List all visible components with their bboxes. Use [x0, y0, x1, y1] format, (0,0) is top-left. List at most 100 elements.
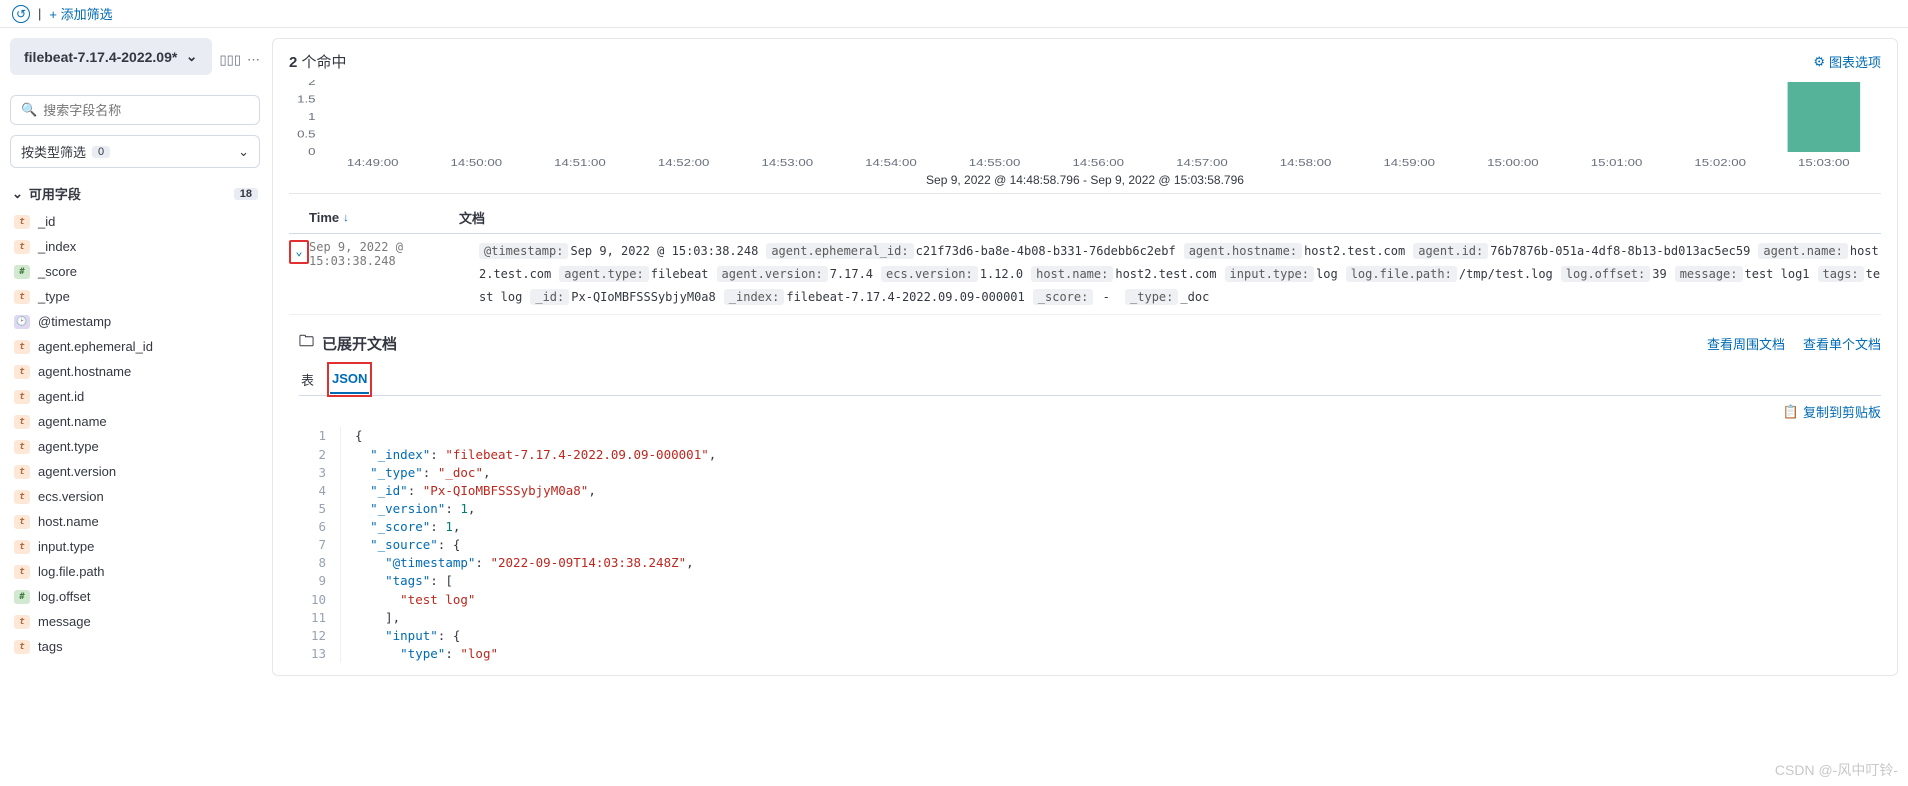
kv-value: 76b7876b-051a-4df8-8b13-bd013ac5ec59	[1490, 244, 1750, 258]
svg-text:14:56:00: 14:56:00	[1072, 157, 1124, 168]
divider: |	[38, 6, 41, 21]
svg-text:14:58:00: 14:58:00	[1280, 157, 1332, 168]
chart-options-button[interactable]: ⚙ 图表选项	[1813, 52, 1881, 71]
field-item[interactable]: 🕑@timestamp	[10, 309, 260, 334]
json-viewer: 12345678910111213 { "_index": "filebeat-…	[299, 427, 1881, 663]
history-icon[interactable]: ↺	[12, 5, 30, 23]
field-search-input[interactable]	[43, 103, 249, 118]
histogram-chart[interactable]: 00.511.5214:49:0014:50:0014:51:0014:52:0…	[289, 80, 1881, 194]
field-name: agent.hostname	[38, 364, 131, 379]
field-type-icon: t	[14, 465, 30, 479]
kv-value: 1.12.0	[980, 267, 1023, 281]
kv-key: _score:	[1033, 289, 1094, 305]
tab-json[interactable]: JSON	[330, 365, 369, 394]
field-item[interactable]: t_id	[10, 209, 260, 234]
field-item[interactable]: t _index	[10, 234, 260, 259]
kv-value: /tmp/test.log	[1459, 267, 1553, 281]
field-item[interactable]: thost.name	[10, 509, 260, 534]
svg-text:14:49:00: 14:49:00	[347, 157, 399, 168]
field-item[interactable]: tagent.id	[10, 384, 260, 409]
kv-value: -	[1095, 290, 1117, 304]
column-header-doc[interactable]: 文档	[459, 208, 1881, 227]
svg-text:14:51:00: 14:51:00	[554, 157, 606, 168]
field-item[interactable]: #_score	[10, 259, 260, 284]
field-name: _index	[38, 239, 76, 254]
index-pattern-selector[interactable]: filebeat-7.17.4-2022.09* ⌄	[10, 38, 212, 75]
available-fields-header[interactable]: ⌄ 可用字段 18	[10, 178, 260, 209]
kv-value: c21f73d6-ba8e-4b08-b331-76debb6c2ebf	[916, 244, 1176, 258]
svg-text:15:02:00: 15:02:00	[1694, 157, 1746, 168]
field-type-icon: t	[14, 440, 30, 454]
field-item[interactable]: ttags	[10, 634, 260, 659]
sort-arrow-icon: ↓	[343, 212, 349, 224]
svg-text:14:57:00: 14:57:00	[1176, 157, 1228, 168]
kv-value: filebeat-7.17.4-2022.09.09-000001	[786, 290, 1024, 304]
sidebar: filebeat-7.17.4-2022.09* ⌄ ▯▯▯ ⋯ 🔍 按类型筛选…	[10, 38, 260, 676]
field-item[interactable]: t agent.version	[10, 459, 260, 484]
columns-icon[interactable]: ▯▯▯	[220, 52, 241, 68]
type-filter[interactable]: 按类型筛选 0 ⌄	[10, 135, 260, 168]
hits-label: 2 个命中	[289, 51, 347, 72]
chevron-down-icon: ⌄	[238, 144, 249, 160]
field-type-icon: #	[14, 265, 30, 279]
field-item[interactable]: # log.offset	[10, 584, 260, 609]
field-name: agent.ephemeral_id	[38, 339, 153, 354]
field-item[interactable]: t agent.type	[10, 434, 260, 459]
available-fields-count: 18	[234, 188, 258, 200]
svg-text:15:00:00: 15:00:00	[1487, 157, 1539, 168]
view-surrounding-link[interactable]: 查看周围文档	[1707, 334, 1785, 353]
kv-key: _index:	[724, 289, 785, 305]
field-item[interactable]: tagent.hostname	[10, 359, 260, 384]
gear-icon: ⚙	[1813, 54, 1825, 70]
field-item[interactable]: tecs.version	[10, 484, 260, 509]
doc-time-value: Sep 9, 2022 @ 15:03:38.248	[309, 240, 479, 308]
field-type-icon: t	[14, 565, 30, 579]
expand-toggle[interactable]: ⌄	[289, 240, 309, 264]
field-item[interactable]: tmessage	[10, 609, 260, 634]
expanded-doc-title: 已展开文档	[322, 333, 397, 354]
copy-to-clipboard-button[interactable]: 📋 复制到剪贴板	[1783, 402, 1881, 421]
add-filter-button[interactable]: + 添加筛选	[49, 4, 112, 23]
view-single-link[interactable]: 查看单个文档	[1803, 334, 1881, 353]
kv-key: agent.name:	[1758, 243, 1847, 259]
kv-key: agent.ephemeral_id:	[766, 243, 913, 259]
svg-text:14:53:00: 14:53:00	[761, 157, 813, 168]
svg-text:14:52:00: 14:52:00	[658, 157, 710, 168]
tab-table[interactable]: 表	[299, 364, 316, 395]
field-type-icon: #	[14, 590, 30, 604]
field-name: agent.version	[38, 464, 116, 479]
field-item[interactable]: tinput.type	[10, 534, 260, 559]
field-item[interactable]: tagent.ephemeral_id	[10, 334, 260, 359]
main-panel: 2 个命中 ⚙ 图表选项 00.511.5214:49:0014:50:0014…	[272, 38, 1898, 676]
ellipsis-icon[interactable]: ⋯	[247, 52, 260, 68]
field-type-icon: t	[14, 540, 30, 554]
type-filter-label: 按类型筛选	[21, 142, 86, 161]
kv-value: _doc	[1180, 290, 1209, 304]
svg-text:0: 0	[308, 146, 316, 157]
kv-key: @timestamp:	[479, 243, 568, 259]
kv-value: 7.17.4	[830, 267, 873, 281]
svg-text:15:01:00: 15:01:00	[1591, 157, 1643, 168]
kv-key: log.file.path:	[1346, 266, 1457, 282]
kv-key: agent.id:	[1413, 243, 1488, 259]
svg-text:1: 1	[308, 111, 315, 122]
field-type-icon: t	[14, 215, 30, 229]
kv-value: Px-QIoMBFSSSybjyM0a8	[571, 290, 716, 304]
document-row: ⌄ Sep 9, 2022 @ 15:03:38.248 @timestamp:…	[289, 234, 1881, 315]
kv-key: agent.type:	[559, 266, 648, 282]
field-name: log.offset	[38, 589, 91, 604]
column-header-time[interactable]: Time ↓	[289, 208, 459, 227]
field-name: _type	[38, 289, 70, 304]
kv-key: log.offset:	[1561, 266, 1650, 282]
field-item[interactable]: tlog.file.path	[10, 559, 260, 584]
kv-key: message:	[1675, 266, 1743, 282]
field-search[interactable]: 🔍	[10, 95, 260, 125]
field-name: agent.type	[38, 439, 99, 454]
field-item[interactable]: t_type	[10, 284, 260, 309]
svg-text:1.5: 1.5	[297, 94, 316, 105]
field-type-icon: t	[14, 390, 30, 404]
field-item[interactable]: tagent.name	[10, 409, 260, 434]
field-type-icon: t	[14, 240, 30, 254]
field-type-icon: t	[14, 640, 30, 654]
svg-text:0.5: 0.5	[297, 129, 316, 140]
